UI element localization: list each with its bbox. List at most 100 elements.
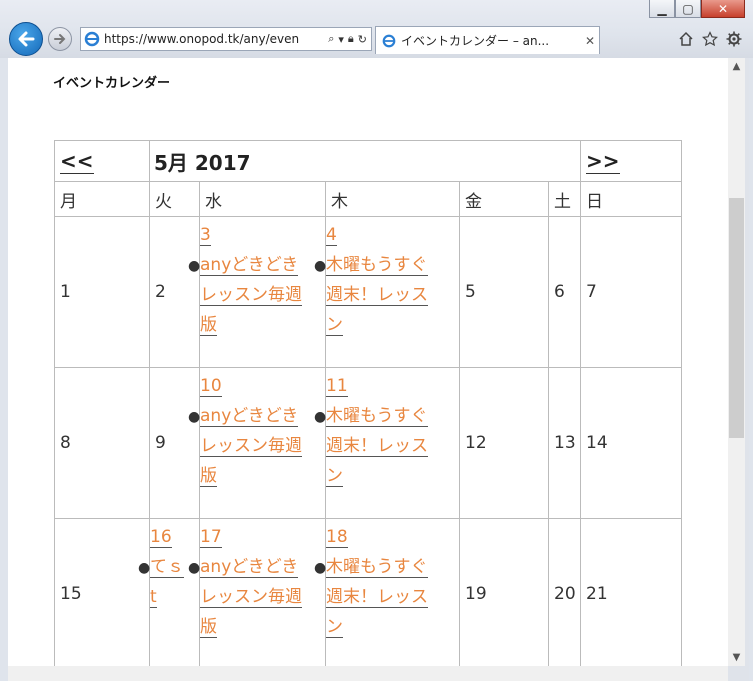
scroll-up-icon[interactable]: ▲ (728, 58, 745, 75)
maximize-button[interactable]: ▢ (675, 0, 701, 18)
day-cell: 2 (149, 216, 200, 368)
calendar-week-row: 15 ● 16 てｓ t ● 17 anyどきどき レッスン毎週 版 ● 18 … (54, 518, 682, 670)
day-cell-with-event: ● 18 木曜もうすぐ 週末！レッス ン (314, 518, 460, 670)
event-title-link[interactable]: 版 (200, 466, 217, 487)
favorites-star-icon[interactable] (701, 30, 719, 48)
event-list: ● 3 anyどきどき レッスン毎週 版 (188, 220, 325, 340)
event-title-link[interactable]: 週末！レッス (326, 436, 428, 457)
bullet-icon: ● (188, 409, 201, 425)
dropdown-icon[interactable]: ▾ (338, 33, 344, 46)
event-title-link[interactable]: t (150, 587, 157, 608)
day-cell: 12 (459, 367, 549, 519)
minimize-button[interactable]: ▁ (649, 0, 675, 18)
day-cell: 1 (54, 216, 150, 368)
day-cell: 14 (580, 367, 682, 519)
event-title-link[interactable]: anyどきどき (200, 255, 299, 276)
ie-logo-icon (382, 34, 396, 47)
event-title-link[interactable]: 木曜もうすぐ (326, 255, 428, 276)
event-day-link[interactable]: 4 (326, 225, 337, 246)
forward-button[interactable] (48, 27, 72, 51)
weekday-mon: 月 (54, 181, 150, 217)
bullet-icon: ● (188, 560, 201, 576)
day-cell: 21 (580, 518, 682, 670)
event-day-link[interactable]: 3 (200, 225, 211, 246)
prev-month-cell: << (54, 140, 150, 182)
event-title-link[interactable]: ン (326, 466, 343, 487)
horizontal-scrollbar[interactable] (8, 666, 728, 681)
day-cell: 5 (459, 216, 549, 368)
event-list: ● 4 木曜もうすぐ 週末！レッス ン (314, 220, 459, 340)
page-viewport: イベントカレンダー << 5月 2017 >> 月 火 水 木 金 土 日 1 (8, 58, 728, 681)
event-title-link[interactable]: ン (326, 617, 343, 638)
prev-month-link[interactable]: << (60, 149, 94, 174)
tab-active[interactable]: イベントカレンダー – an... ✕ (375, 26, 600, 54)
event-title-link[interactable]: ン (326, 315, 343, 336)
event-list: ● 18 木曜もうすぐ 週末！レッス ン (314, 522, 459, 642)
event-title-link[interactable]: レッスン毎週 (200, 587, 302, 608)
back-button[interactable] (9, 22, 43, 56)
day-cell-with-event: ● 3 anyどきどき レッスン毎週 版 (188, 216, 326, 368)
month-label: 5月 2017 (149, 140, 581, 182)
event-day-link[interactable]: 16 (150, 527, 172, 548)
lock-icon[interactable]: 🔒︎ (348, 32, 354, 46)
bullet-icon: ● (138, 560, 151, 576)
weekday-tue: 火 (149, 181, 200, 217)
back-arrow-icon (18, 31, 35, 47)
address-bar[interactable]: https://www.onopod.tk/any/even ⌕ ▾ 🔒︎ ↻ (80, 27, 372, 51)
refresh-icon[interactable]: ↻ (358, 33, 367, 46)
day-cell: 7 (580, 216, 682, 368)
weekday-fri: 金 (459, 181, 549, 217)
window-border-left (0, 58, 8, 681)
event-title-link[interactable]: anyどきどき (200, 557, 299, 578)
next-month-link[interactable]: >> (586, 149, 620, 174)
calendar-week-row: 8 9 ● 10 anyどきどき レッスン毎週 版 ● 11 木曜もうすぐ 週末… (54, 367, 682, 519)
event-title-link[interactable]: 木曜もうすぐ (326, 557, 428, 578)
calendar-week-row: 1 2 ● 3 anyどきどき レッスン毎週 版 ● 4 木曜もうすぐ 週末！レ… (54, 216, 682, 368)
toolbar-right (677, 30, 743, 48)
vertical-scrollbar[interactable]: ▲ ▼ (728, 58, 745, 666)
page-title: イベントカレンダー (53, 76, 171, 91)
weekday-header-row: 月 火 水 木 金 土 日 (54, 181, 682, 217)
tab-close-icon[interactable]: ✕ (581, 34, 599, 48)
next-month-cell: >> (580, 140, 682, 182)
event-title-link[interactable]: 版 (200, 617, 217, 638)
day-cell-with-event: ● 16 てｓ t (138, 518, 200, 670)
ie-logo-icon (84, 31, 100, 47)
day-cell: 6 (548, 216, 581, 368)
day-cell: 20 (548, 518, 581, 670)
event-list: ● 10 anyどきどき レッスン毎週 版 (188, 371, 325, 491)
day-cell: 9 (149, 367, 200, 519)
event-title-link[interactable]: 木曜もうすぐ (326, 406, 428, 427)
scroll-down-icon[interactable]: ▼ (728, 649, 745, 666)
day-cell-with-event: ● 4 木曜もうすぐ 週末！レッス ン (314, 216, 460, 368)
search-icon[interactable]: ⌕ (328, 32, 334, 46)
day-cell-with-event: ● 10 anyどきどき レッスン毎週 版 (188, 367, 326, 519)
day-cell-with-event: ● 17 anyどきどき レッスン毎週 版 (188, 518, 326, 670)
event-day-link[interactable]: 11 (326, 376, 348, 397)
day-cell: 15 (54, 518, 150, 670)
window-border-right (749, 58, 753, 681)
settings-gear-icon[interactable] (725, 30, 743, 48)
scrollbar-thumb[interactable] (729, 198, 744, 438)
address-url[interactable]: https://www.onopod.tk/any/even (104, 32, 328, 46)
day-cell: 13 (548, 367, 581, 519)
event-day-link[interactable]: 18 (326, 527, 348, 548)
event-title-link[interactable]: レッスン毎週 (200, 285, 302, 306)
event-title-link[interactable]: 版 (200, 315, 217, 336)
day-cell: 19 (459, 518, 549, 670)
bullet-icon: ● (314, 560, 327, 576)
home-icon[interactable] (677, 30, 695, 48)
event-list: ● 17 anyどきどき レッスン毎週 版 (188, 522, 325, 642)
event-list: ● 11 木曜もうすぐ 週末！レッス ン (314, 371, 459, 491)
event-calendar: << 5月 2017 >> 月 火 水 木 金 土 日 1 2 ● 3 anyど… (54, 140, 682, 670)
day-cell-with-event: ● 11 木曜もうすぐ 週末！レッス ン (314, 367, 460, 519)
event-title-link[interactable]: レッスン毎週 (200, 436, 302, 457)
event-title-link[interactable]: anyどきどき (200, 406, 299, 427)
event-day-link[interactable]: 17 (200, 527, 222, 548)
event-title-link[interactable]: 週末！レッス (326, 285, 428, 306)
bullet-icon: ● (314, 409, 327, 425)
event-title-link[interactable]: 週末！レッス (326, 587, 428, 608)
close-window-button[interactable]: ✕ (701, 0, 745, 18)
event-day-link[interactable]: 10 (200, 376, 222, 397)
event-title-link[interactable]: てｓ (150, 557, 184, 578)
